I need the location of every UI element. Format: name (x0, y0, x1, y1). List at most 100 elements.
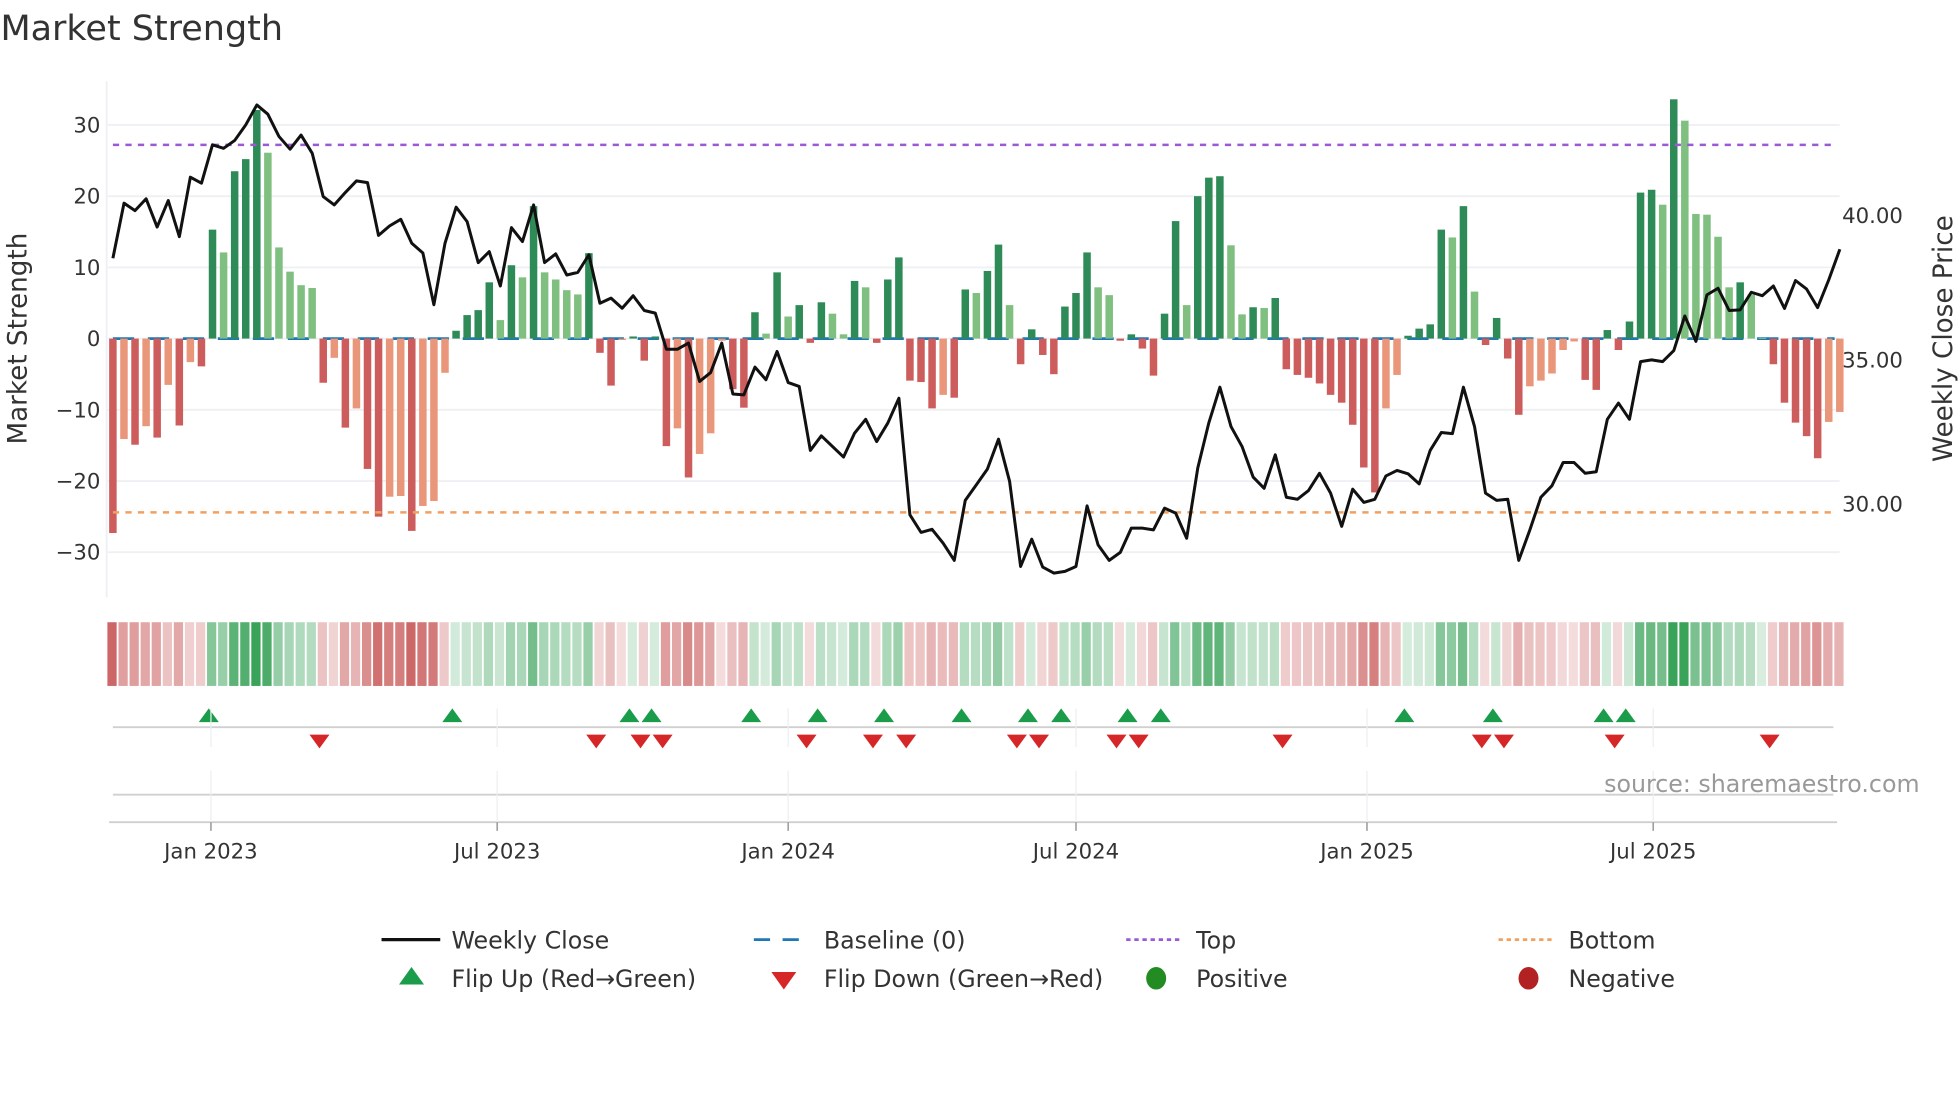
strip-cell (1745, 622, 1755, 686)
strip-cell (1181, 622, 1191, 686)
strength-bar (518, 277, 527, 339)
strip-cell (1701, 622, 1711, 686)
strength-bar (1670, 99, 1678, 339)
strip-cell (1413, 622, 1423, 686)
strip-cell (262, 622, 272, 686)
strength-bar (1725, 287, 1733, 339)
strip-cell (251, 622, 261, 686)
y-tick-label: −20 (56, 470, 101, 495)
y-tick-label: 0 (87, 327, 101, 352)
strength-bar (120, 338, 128, 440)
strength-bar (374, 338, 383, 517)
strength-bar (230, 171, 239, 339)
strip-cell (638, 622, 649, 686)
flip-up-marker (1593, 708, 1614, 723)
y-tick-label: 20 (73, 185, 100, 210)
strip-cell (306, 622, 316, 686)
strength-bar (1758, 337, 1767, 339)
strength-bar (551, 279, 560, 339)
strength-bar (1371, 338, 1379, 493)
bottom-legend-label: Bottom (1568, 926, 1655, 954)
strength-bar (208, 229, 217, 339)
strip-cell (184, 622, 195, 686)
strength-bar (241, 159, 250, 339)
strip-cell (1546, 622, 1556, 686)
strip-cell (173, 622, 184, 686)
strip-cell (948, 622, 958, 686)
flip-markers (198, 708, 1780, 749)
flip-up-marker (198, 708, 219, 723)
strip-cell (107, 622, 117, 686)
strength-bar (872, 338, 881, 343)
strip-cell (849, 622, 859, 686)
strength-bar (264, 152, 272, 339)
strip-cell (516, 622, 527, 686)
strip-cell (1170, 622, 1180, 686)
strip-cell (771, 622, 781, 686)
strength-bar (994, 244, 1003, 339)
strength-bar (474, 310, 482, 339)
strip-cell (439, 622, 449, 686)
strip-cell (1679, 622, 1689, 686)
strip-cell (339, 622, 350, 686)
strength-bar (895, 257, 903, 339)
strength-bar (762, 333, 770, 339)
strength-bars (109, 99, 1844, 534)
flip-up-marker (1150, 708, 1171, 723)
flip-down-marker (796, 734, 817, 749)
strip-cell (727, 622, 737, 686)
strength-bar (540, 272, 549, 339)
strength-bar (1559, 338, 1567, 350)
strip-cell (1446, 622, 1457, 686)
strip-cell (284, 622, 294, 686)
strip-cell (1657, 622, 1667, 686)
strip-cell (860, 622, 870, 686)
strip-cell (1790, 622, 1800, 686)
flip-down-marker (630, 734, 651, 749)
chart-title: Market Strength (0, 9, 283, 49)
strip-cell (705, 622, 715, 686)
strength-bar (1780, 338, 1789, 403)
flip-up-marker (874, 708, 895, 723)
strip-cell (804, 622, 815, 686)
strength-bar (308, 288, 316, 339)
strength-bar (1072, 293, 1080, 339)
strength-bar (563, 290, 571, 339)
strip-cell (1125, 622, 1136, 686)
strip-cell (1502, 622, 1512, 686)
strength-bar (1271, 298, 1279, 339)
strip-cell (1712, 622, 1722, 686)
triangle-down-icon (771, 972, 797, 990)
strip-cell (1535, 622, 1545, 686)
strip-cell (240, 622, 250, 686)
strength-bar (928, 338, 936, 409)
strip-cell (649, 622, 660, 686)
strength-bar (463, 315, 471, 339)
strip-cell (738, 622, 748, 686)
strength-bar (773, 272, 781, 339)
weekly-close-legend-label: Weekly Close (451, 926, 609, 954)
strip-cell (207, 622, 217, 686)
strength-bar (817, 302, 826, 339)
strength-bar (850, 280, 859, 339)
strip-cell (749, 622, 759, 686)
strength-bar (1503, 338, 1512, 359)
strength-bar (1537, 338, 1545, 381)
strip-cell (1767, 622, 1778, 686)
strength-bar (1548, 338, 1556, 374)
strip-cell (1026, 622, 1036, 686)
strength-bar (917, 338, 925, 383)
x-tick-label: Jul 2023 (452, 839, 540, 864)
strength-bar (1005, 305, 1014, 339)
y2-tick-label: 40.00 (1842, 204, 1903, 229)
market-strength-chart: Market Strength −30 −20 −10 0 10 20 30 30.00 35… (0, 9, 1959, 993)
strip-cell (1136, 622, 1147, 686)
strength-bar (186, 338, 195, 363)
flip-down-marker (862, 734, 883, 749)
flip-down-marker (1471, 734, 1492, 749)
strength-bar (1769, 338, 1778, 365)
strength-bar (1260, 307, 1268, 339)
strength-bar (1016, 338, 1025, 365)
strip-cell (151, 622, 161, 686)
strip-cell (1834, 622, 1844, 686)
